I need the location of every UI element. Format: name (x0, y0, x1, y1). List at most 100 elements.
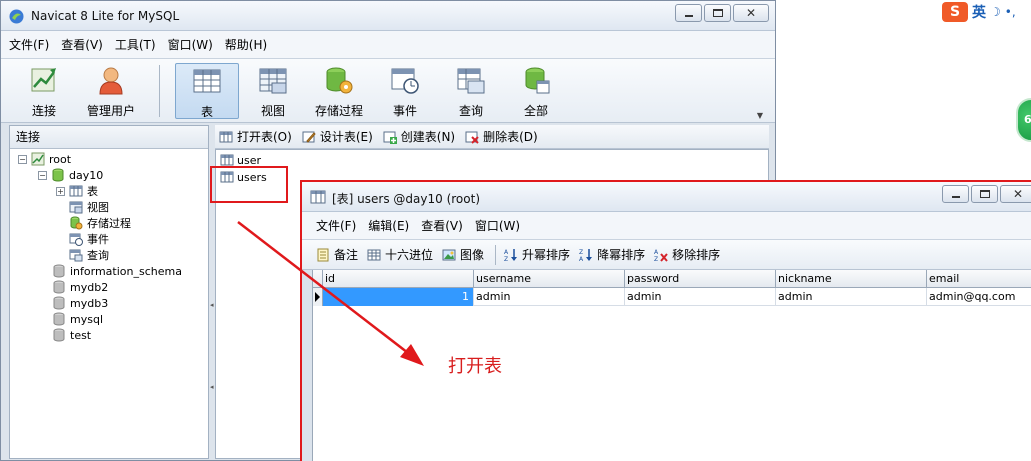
view-icon (69, 201, 83, 214)
tree-node-day10[interactable]: − day10 (38, 167, 103, 183)
manage-users-button[interactable]: 管理用户 (81, 63, 141, 119)
annotation-text: 打开表 (448, 356, 502, 377)
main-titlebar[interactable]: Navicat 8 Lite for MySQL ✕ (1, 1, 775, 31)
toolbar-overflow-icon[interactable]: ▼ (757, 111, 763, 120)
menu-file[interactable]: 文件(F) (316, 217, 356, 234)
svg-text:A: A (579, 256, 584, 262)
tree-node-procedures[interactable]: 存储过程 (69, 215, 131, 231)
floating-badge[interactable]: 6 (1016, 98, 1031, 142)
query-icon (69, 249, 83, 262)
create-table-button[interactable]: 创建表(N) (383, 128, 455, 145)
query-button[interactable]: 查询 (445, 63, 497, 119)
remove-sort-button[interactable]: AZ 移除排序 (654, 246, 720, 263)
expand-icon[interactable]: + (56, 186, 65, 196)
menu-view[interactable]: 查看(V) (421, 217, 463, 234)
table-row[interactable]: 1 admin admin admin admin@qq.com (313, 288, 1031, 306)
minimize-button[interactable] (675, 4, 702, 22)
sogou-ime-icon[interactable]: S (942, 2, 968, 22)
menu-view[interactable]: 查看(V) (61, 36, 103, 53)
row-selector[interactable] (313, 288, 323, 306)
tree-node-events[interactable]: 事件 (69, 231, 109, 247)
image-icon (442, 249, 456, 260)
tree-label-mydb3: mydb3 (70, 296, 109, 310)
cell-email[interactable]: admin@qq.com (927, 288, 1031, 306)
hex-grid-icon (367, 249, 381, 260)
memo-button[interactable]: 备注 (316, 246, 358, 263)
open-table-icon (219, 131, 233, 142)
column-header-id[interactable]: id (323, 270, 474, 288)
ime-toolbar: S 英 ☽ •, (942, 2, 1016, 22)
menu-file[interactable]: 文件(F) (9, 36, 49, 53)
event-button[interactable]: 事件 (379, 63, 431, 119)
cell-nickname[interactable]: admin (776, 288, 927, 306)
tree-node-mydb2[interactable]: mydb2 (52, 279, 108, 295)
tree-label-events: 事件 (87, 233, 109, 246)
all-label: 全部 (523, 104, 548, 118)
menu-tools[interactable]: 工具(T) (115, 36, 156, 53)
collapse-icon[interactable]: − (18, 154, 27, 164)
tree-node-test[interactable]: test (52, 327, 91, 343)
ime-language-toggle[interactable]: 英 (972, 2, 986, 22)
close-button[interactable]: ✕ (733, 4, 769, 22)
svg-text:A: A (654, 249, 659, 256)
cell-username[interactable]: admin (474, 288, 625, 306)
current-row-icon (315, 292, 320, 302)
moon-icon[interactable]: ☽ (990, 5, 1001, 19)
toolbar-separator (159, 65, 160, 117)
column-header-nickname[interactable]: nickname (776, 270, 927, 288)
table-window-toolbar: 备注 十六进位 图像 AZ 升幂排序 ZA 降幂排序 AZ 移除排序 (302, 240, 1031, 270)
tree-node-queries[interactable]: 查询 (69, 247, 109, 263)
navicat-app-icon (9, 9, 24, 24)
tree-label-mysql: mysql (70, 312, 103, 326)
column-header-username[interactable]: username (474, 270, 625, 288)
open-table-button[interactable]: 打开表(O) (219, 128, 292, 145)
hex-button[interactable]: 十六进位 (367, 246, 433, 263)
collapse-icon[interactable]: − (38, 170, 47, 180)
collapse-left-icon[interactable]: ◂ (210, 301, 214, 309)
tree-node-tables[interactable]: + 表 (56, 183, 98, 199)
main-toolbar: 连接 管理用户 表 视图 存储过程 事件 查询 全部 ▼ (1, 59, 775, 123)
column-header-email[interactable]: email (927, 270, 1031, 288)
collapse-left-icon[interactable]: ◂ (210, 383, 214, 391)
menu-help[interactable]: 帮助(H) (225, 36, 267, 53)
all-objects-icon (525, 67, 550, 94)
image-button[interactable]: 图像 (442, 246, 484, 263)
tree-node-mysql[interactable]: mysql (52, 311, 103, 327)
maximize-button[interactable] (971, 185, 998, 203)
create-table-label: 创建表(N) (400, 130, 456, 144)
tree-node-mydb3[interactable]: mydb3 (52, 295, 108, 311)
menu-edit[interactable]: 编辑(E) (368, 217, 409, 234)
punctuation-icon[interactable]: •, (1005, 5, 1016, 19)
query-icon (457, 68, 485, 94)
cell-id[interactable]: 1 (323, 288, 474, 306)
design-table-icon (302, 131, 316, 143)
maximize-button[interactable] (704, 4, 731, 22)
connect-button[interactable]: 连接 (15, 63, 73, 119)
column-header-password[interactable]: password (625, 270, 776, 288)
hex-label: 十六进位 (385, 248, 434, 262)
tree-node-root[interactable]: − root (18, 151, 71, 167)
delete-table-button[interactable]: 删除表(D) (465, 128, 538, 145)
close-icon: ✕ (1012, 187, 1024, 201)
sort-descending-button[interactable]: ZA 降幂排序 (579, 246, 645, 263)
database-icon (53, 264, 65, 278)
procedure-button[interactable]: 存储过程 (307, 63, 371, 119)
menu-window[interactable]: 窗口(W) (168, 36, 213, 53)
design-table-button[interactable]: 设计表(E) (302, 128, 373, 145)
table-button[interactable]: 表 (175, 63, 239, 119)
tree-label-information-schema: information_schema (70, 264, 182, 278)
sort-ascending-label: 升幂排序 (522, 248, 571, 262)
sort-ascending-button[interactable]: AZ 升幂排序 (504, 246, 570, 263)
minimize-button[interactable] (942, 185, 969, 203)
table-icon (193, 69, 221, 93)
tree-node-information-schema[interactable]: information_schema (52, 263, 182, 279)
all-button[interactable]: 全部 (509, 63, 563, 119)
close-button[interactable]: ✕ (1000, 185, 1031, 203)
sort-descending-icon: ZA (579, 248, 593, 262)
table-window-titlebar[interactable]: [表] users @day10 (root) ✕ (302, 182, 1031, 212)
menu-window[interactable]: 窗口(W) (475, 217, 520, 234)
view-button[interactable]: 视图 (245, 63, 301, 119)
database-icon (53, 280, 65, 294)
cell-password[interactable]: admin (625, 288, 776, 306)
tree-node-views[interactable]: 视图 (69, 199, 109, 215)
